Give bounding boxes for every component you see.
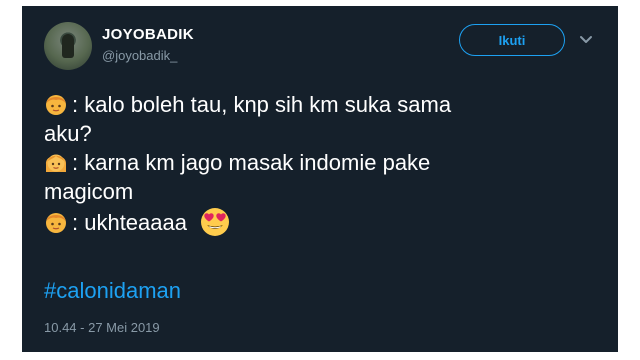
- tweet-line-text: aku?: [44, 121, 92, 146]
- tweet-timestamp[interactable]: 10.44 - 27 Mei 2019: [44, 320, 160, 335]
- heart-eyes-emoji-icon: [201, 208, 230, 236]
- tweet-line: : ukhteaaaa: [44, 206, 564, 238]
- display-name[interactable]: JOYOBADIK: [102, 26, 194, 43]
- avatar-figure: [62, 34, 74, 58]
- tweet-line-text: : karna km jago masak indomie pake: [72, 150, 431, 175]
- tweet-line-text: : kalo boleh tau, knp sih km suka sama: [72, 92, 452, 117]
- chevron-down-icon[interactable]: [579, 35, 593, 45]
- user-handle[interactable]: @joyobadik_: [102, 48, 177, 63]
- follow-button[interactable]: Ikuti: [459, 24, 565, 56]
- hashtag-link[interactable]: #calonidaman: [44, 278, 181, 304]
- tweet-card: JOYOBADIK @joyobadik_ Ikuti : kalo boleh…: [22, 6, 618, 352]
- tweet-text: : kalo boleh tau, knp sih km suka sama a…: [44, 90, 564, 238]
- tweet-line: : kalo boleh tau, knp sih km suka sama: [44, 90, 564, 119]
- tweet-line: : karna km jago masak indomie pake: [44, 148, 564, 177]
- boy-emoji-icon: [46, 213, 66, 233]
- boy-emoji-icon: [46, 95, 66, 115]
- tweet-line: magicom: [44, 177, 564, 206]
- tweet-line-text: magicom: [44, 179, 134, 204]
- tweet-line: aku?: [44, 119, 564, 148]
- tweet-line-text: : ukhteaaaa: [72, 210, 187, 235]
- avatar[interactable]: [44, 22, 92, 70]
- girl-emoji-icon: [45, 154, 67, 172]
